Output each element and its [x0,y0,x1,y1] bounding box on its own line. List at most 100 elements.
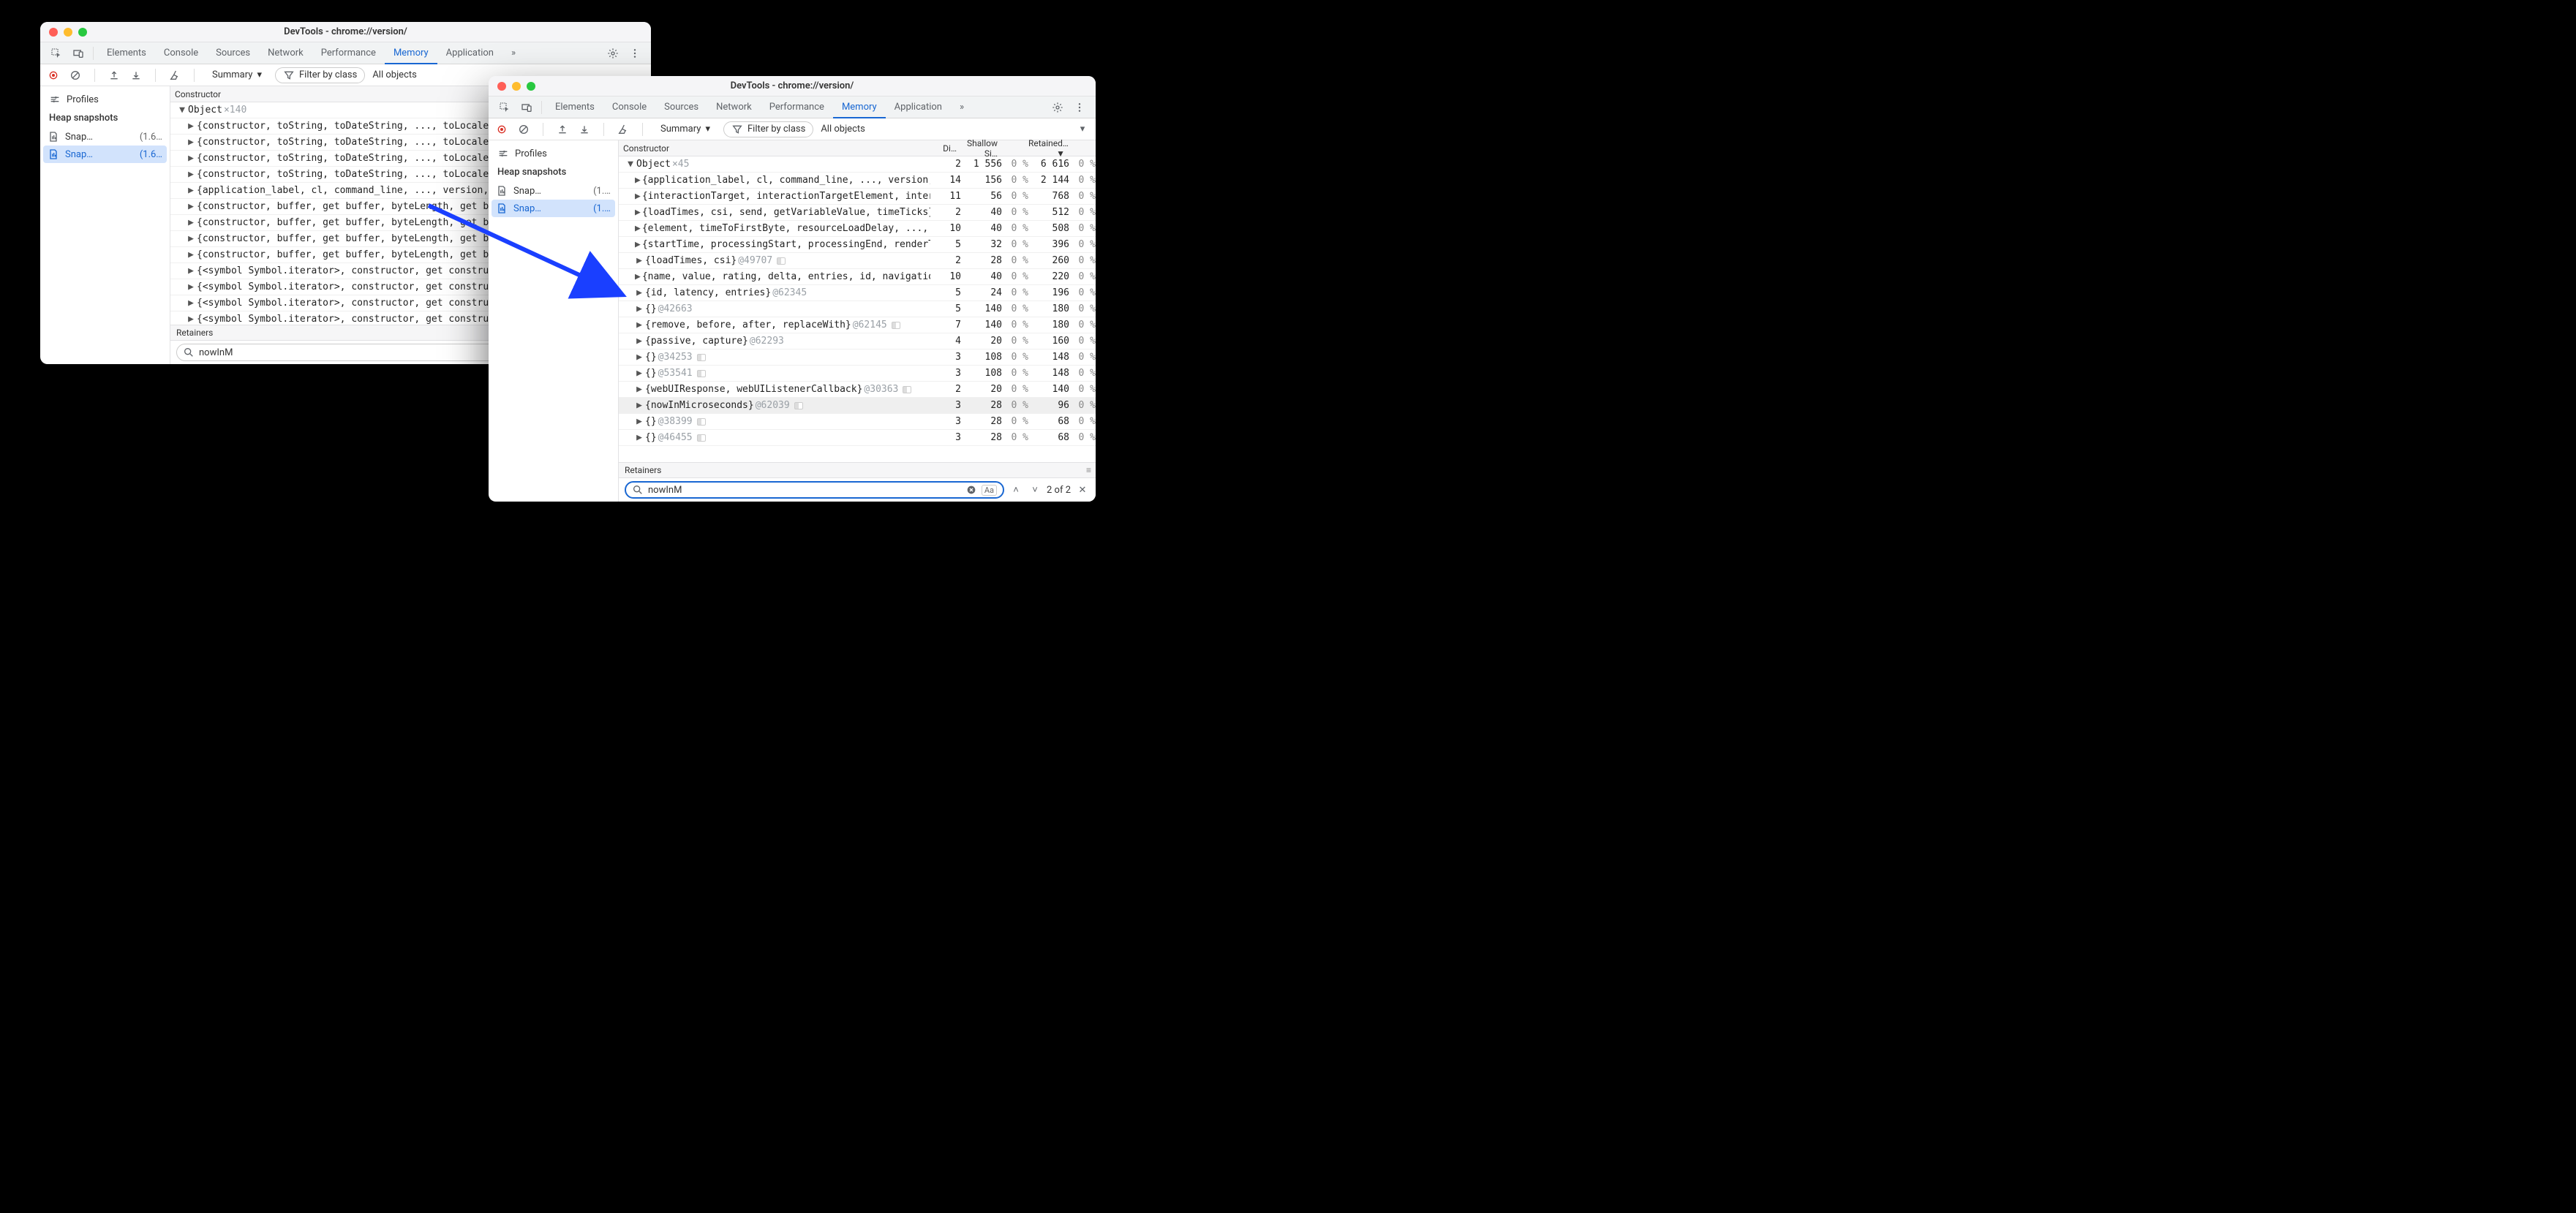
more-vertical-icon[interactable] [628,46,642,61]
download-icon[interactable] [129,68,143,83]
filter-input[interactable]: Filter by class [723,121,813,137]
object-row[interactable]: ▶{webUIResponse, webUIListenerCallback} … [619,382,1096,398]
snapshot-item[interactable]: Snap…(1.… [492,182,615,200]
select-element-icon[interactable] [49,46,64,61]
summary-dropdown[interactable]: Summary▾ [655,121,716,137]
sidebar: Profiles Heap snapshots Snap…(1.6…Snap…(… [40,86,170,364]
select-element-icon[interactable] [497,100,512,115]
memory-strip-icon [697,434,706,442]
object-row[interactable]: ▶{nowInMicroseconds} @620393280 %960 % [619,398,1096,414]
tab-performance[interactable]: Performance [761,97,833,118]
snapshot-label: Snap… [513,203,587,214]
snapshot-item[interactable]: Snap…(1.… [492,200,615,217]
overflow-tabs-button[interactable]: » [951,97,973,118]
tab-application[interactable]: Application [437,42,502,64]
tab-sources[interactable]: Sources [655,97,707,118]
close-search-button[interactable]: ✕ [1075,483,1090,497]
memory-strip-icon [794,402,803,409]
device-toggle-icon[interactable] [519,100,534,115]
record-icon[interactable] [46,68,61,83]
profiles-button[interactable]: Profiles [43,91,167,108]
retainers-menu-icon[interactable]: ≡ [1086,465,1091,475]
object-row[interactable]: ▶{loadTimes, csi, send, getVariableValue… [619,205,1096,221]
tab-performance[interactable]: Performance [312,42,385,64]
tab-memory[interactable]: Memory [833,97,886,118]
upload-icon[interactable] [555,122,570,137]
next-match-button[interactable]: ˅ [1028,483,1042,497]
clear-icon[interactable] [516,122,531,137]
broom-icon[interactable] [167,68,182,83]
tab-network[interactable]: Network [259,42,312,64]
objects-dropdown[interactable]: All objects [821,124,865,135]
constructor-header[interactable]: Constructor [619,143,930,154]
search-bar: nowInM Aa ˄ ˅ 2 of 2 ✕ [619,478,1096,502]
filter-input[interactable]: Filter by class [275,67,365,83]
shallow-size-header[interactable]: Shallow Si… [961,138,1002,159]
object-row[interactable]: ▶{startTime, processingStart, processing… [619,237,1096,253]
object-group-row[interactable]: ▼Object ×4521 5560 %6 6160 % [619,156,1096,173]
object-row[interactable]: ▶{} @5354131080 %1480 % [619,366,1096,382]
tab-sources[interactable]: Sources [207,42,259,64]
overflow-tabs-button[interactable]: » [502,42,524,64]
object-row[interactable]: ▶{} @383993280 %680 % [619,414,1096,430]
tab-console[interactable]: Console [155,42,207,64]
close-window-button[interactable] [497,82,506,91]
object-row[interactable]: ▶{id, latency, entries} @623455240 %1960… [619,285,1096,301]
maximize-window-button[interactable] [78,28,87,37]
object-row[interactable]: ▶{} @464553280 %680 % [619,430,1096,446]
minimize-window-button[interactable] [512,82,521,91]
object-row[interactable]: ▶{application_label, cl, command_line, .… [619,173,1096,189]
match-case-toggle[interactable]: Aa [982,485,997,496]
object-row[interactable]: ▶{} @3425331080 %1480 % [619,349,1096,366]
gear-icon[interactable] [1050,100,1065,115]
window-title: DevTools - chrome://version/ [284,26,407,37]
snapshot-label: Snap… [513,186,587,197]
sidebar: Profiles Heap snapshots Snap…(1.…Snap…(1… [489,140,619,502]
tab-network[interactable]: Network [707,97,761,118]
tab-elements[interactable]: Elements [98,42,155,64]
tab-application[interactable]: Application [886,97,951,118]
object-row[interactable]: ▶{name, value, rating, delta, entries, i… [619,269,1096,285]
device-toggle-icon[interactable] [71,46,86,61]
object-row[interactable]: ▶{} @4266351400 %1800 % [619,301,1096,317]
upload-icon[interactable] [107,68,121,83]
object-row[interactable]: ▶{passive, capture} @622934200 %1600 % [619,333,1096,349]
titlebar: DevTools - chrome://version/ [40,22,651,42]
object-row[interactable]: ▶{interactionTarget, interactionTargetEl… [619,189,1096,205]
memory-strip-icon [892,322,900,329]
search-value: nowInM [648,485,961,496]
tab-memory[interactable]: Memory [385,42,437,64]
snapshot-item[interactable]: Snap…(1.6… [43,146,167,163]
heap-snapshots-heading: Heap snapshots [43,108,167,128]
object-row[interactable]: ▶{element, timeToFirstByte, resourceLoad… [619,221,1096,237]
profiles-button[interactable]: Profiles [492,145,615,162]
memory-strip-icon [697,418,706,426]
summary-dropdown[interactable]: Summary▾ [206,67,268,83]
objects-dropdown[interactable]: All objects [372,69,417,80]
traffic-lights [497,82,535,91]
panel-tabs: ElementsConsoleSourcesNetworkPerformance… [40,42,651,64]
maximize-window-button[interactable] [527,82,535,91]
heap-snapshots-heading: Heap snapshots [492,162,615,182]
prev-match-button[interactable]: ˄ [1009,483,1023,497]
distance-header[interactable]: Di… [930,143,961,154]
tab-console[interactable]: Console [603,97,655,118]
tab-elements[interactable]: Elements [546,97,603,118]
minimize-window-button[interactable] [64,28,72,37]
broom-icon[interactable] [616,122,630,137]
download-icon[interactable] [577,122,592,137]
retained-size-header[interactable]: Retained…▼ [1028,138,1069,159]
object-row[interactable]: ▶{remove, before, after, replaceWith} @6… [619,317,1096,333]
clear-circle-icon[interactable] [965,484,977,496]
chevron-down-icon[interactable]: ▾ [1075,122,1090,137]
close-window-button[interactable] [49,28,58,37]
search-icon [632,484,644,496]
retainers-bar: Retainers ≡ [619,462,1096,478]
snapshot-item[interactable]: Snap…(1.6… [43,128,167,146]
record-icon[interactable] [494,122,509,137]
search-input[interactable]: nowInM Aa [625,481,1004,499]
clear-icon[interactable] [68,68,83,83]
gear-icon[interactable] [606,46,620,61]
object-row[interactable]: ▶{loadTimes, csi} @497072280 %2600 % [619,253,1096,269]
more-vertical-icon[interactable] [1072,100,1087,115]
